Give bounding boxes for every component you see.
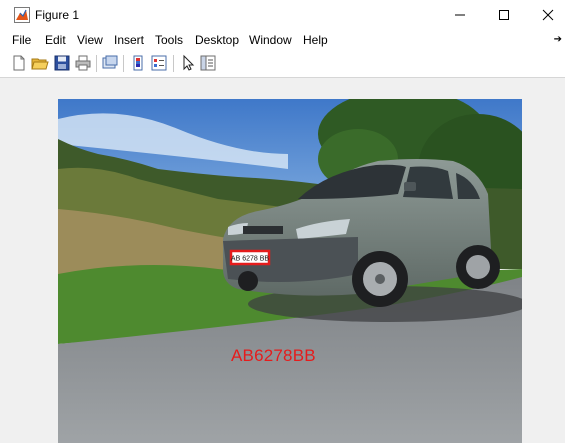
- matlab-figure-icon: [14, 7, 30, 23]
- open-file-icon[interactable]: [31, 54, 49, 72]
- menu-tools[interactable]: Tools: [155, 33, 183, 47]
- maximize-button[interactable]: [482, 0, 526, 30]
- property-inspector-icon[interactable]: [199, 54, 217, 72]
- toolbar-separator: [173, 55, 174, 72]
- insert-colorbar-icon[interactable]: [129, 54, 147, 72]
- save-icon[interactable]: [53, 54, 71, 72]
- new-figure-icon[interactable]: [10, 54, 28, 72]
- pointer-icon[interactable]: [179, 54, 197, 72]
- menu-bar: File Edit View Insert Tools Desktop Wind…: [0, 30, 565, 51]
- link-plot-icon[interactable]: [101, 54, 119, 72]
- menu-edit[interactable]: Edit: [45, 33, 66, 47]
- print-icon[interactable]: [74, 54, 92, 72]
- menu-view[interactable]: View: [77, 33, 103, 47]
- menu-file[interactable]: File: [12, 33, 31, 47]
- menu-insert[interactable]: Insert: [114, 33, 144, 47]
- figure-toolbar: [0, 51, 565, 78]
- minimize-button[interactable]: [438, 0, 482, 30]
- figure-canvas[interactable]: AB 6278 BB AB6278BB: [0, 78, 565, 443]
- minimize-icon: [455, 14, 465, 16]
- close-button[interactable]: [526, 0, 565, 30]
- menu-help[interactable]: Help: [303, 33, 328, 47]
- car-photo: AB 6278 BB: [58, 99, 522, 443]
- menu-dock-arrow-icon[interactable]: ➔: [554, 34, 562, 45]
- menu-desktop[interactable]: Desktop: [195, 33, 239, 47]
- window-title: Figure 1: [35, 8, 80, 22]
- menu-window[interactable]: Window: [249, 33, 292, 47]
- maximize-icon: [499, 10, 509, 20]
- plate-text-on-car: AB 6278 BB: [231, 256, 269, 263]
- toolbar-separator: [96, 55, 97, 72]
- car-photo-scene: AB 6278 BB: [58, 99, 522, 443]
- title-bar: Figure 1: [0, 0, 565, 30]
- detected-plate-label: AB6278BB: [231, 346, 316, 365]
- close-icon: [542, 9, 554, 21]
- insert-legend-icon[interactable]: [150, 54, 168, 72]
- toolbar-separator: [123, 55, 124, 72]
